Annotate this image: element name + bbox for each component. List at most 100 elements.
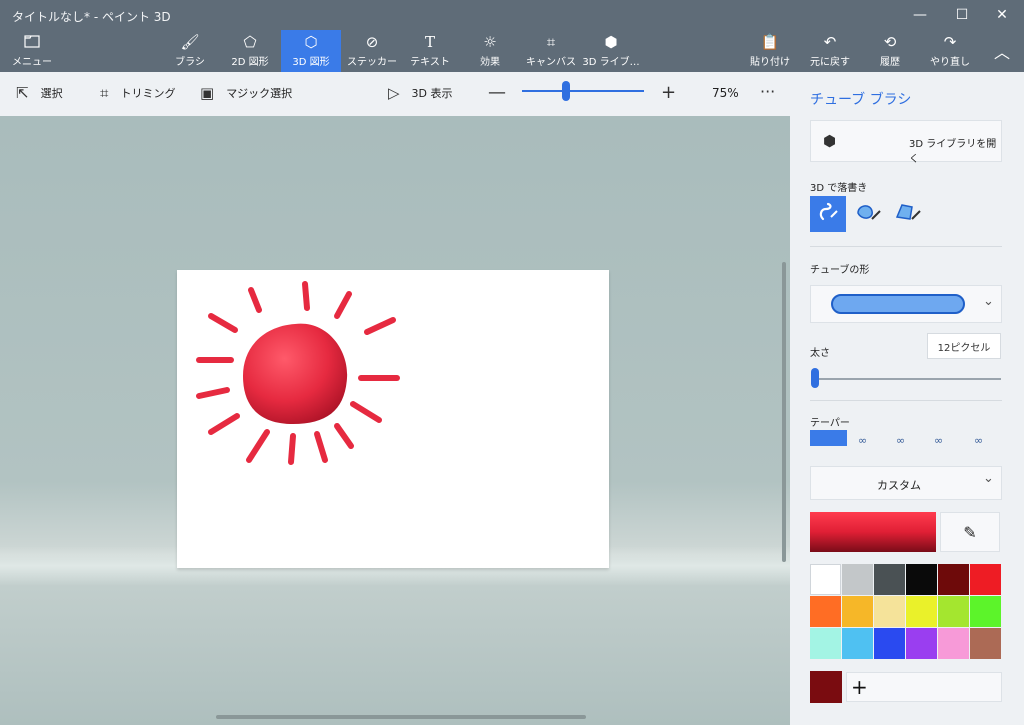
tab-brushes-label: ブラシ <box>175 57 205 68</box>
taper-option-5[interactable]: ∞ <box>974 434 983 447</box>
chevron-down-icon: ⌄ <box>983 294 994 309</box>
undo-icon: ↶ <box>823 33 837 51</box>
tab-text[interactable]: T テキスト <box>410 30 450 72</box>
thickness-label: 太さ <box>810 348 830 359</box>
ribbon: タイトルなし* - ペイント 3D — ☐ ✕ メニュー 🖌 ブラシ ⬠ 2D … <box>0 0 1024 72</box>
tube-brush-icon <box>817 201 839 228</box>
2d-shapes-icon: ⬠ <box>243 33 257 51</box>
sharp-edge-doodle-button[interactable] <box>890 196 926 232</box>
sun-drawing <box>196 281 400 465</box>
minimize-button[interactable]: — <box>900 0 940 30</box>
color-mode-label: カスタム <box>877 479 921 492</box>
tab-effects-label: 効果 <box>480 57 500 68</box>
redo-icon: ↷ <box>943 33 957 51</box>
3d-shapes-icon: ⬡ <box>304 33 318 51</box>
thickness-slider-thumb[interactable] <box>811 368 819 388</box>
horizontal-scrollbar[interactable] <box>216 715 586 719</box>
palette-swatch[interactable] <box>970 564 1001 595</box>
zoom-in-button[interactable]: + <box>661 82 676 103</box>
collapse-ribbon-button[interactable]: ︿ <box>990 30 1014 72</box>
palette-swatch[interactable] <box>970 628 1001 659</box>
zoom-out-button[interactable]: — <box>488 82 506 103</box>
vertical-scrollbar[interactable] <box>782 262 786 562</box>
3d-view-button[interactable]: ▷ 3D 表示 <box>388 84 453 102</box>
tab-stickers[interactable]: ⊘ ステッカー <box>347 30 397 72</box>
open-3d-library-button[interactable]: ⬢ 3D ライブラリを開く <box>810 120 1002 165</box>
palette-swatch[interactable] <box>938 628 969 659</box>
zoom-value: 75% <box>712 86 739 100</box>
eyedropper-button[interactable]: ✎ <box>940 512 1000 552</box>
undo-label: 元に戻す <box>810 57 850 68</box>
color-mode-dropdown[interactable]: カスタム ⌄ <box>810 466 1002 500</box>
palette-swatch[interactable] <box>810 628 841 659</box>
taper-option-2[interactable]: ∞ <box>858 434 867 447</box>
tab-brushes[interactable]: 🖌 ブラシ <box>170 30 210 72</box>
palette-swatch[interactable] <box>842 564 873 595</box>
zoom-slider-thumb[interactable] <box>562 81 570 101</box>
3d-library-icon: ⬢ <box>604 33 618 51</box>
thickness-slider[interactable] <box>813 378 1001 380</box>
crop-label: トリミング <box>120 87 176 100</box>
maximize-button[interactable]: ☐ <box>942 0 982 30</box>
tab-3d-library[interactable]: ⬢ 3D ライブ… <box>582 30 639 72</box>
menu-label: メニュー <box>12 57 52 68</box>
thickness-input[interactable]: 12ピクセル <box>927 333 1001 359</box>
select-label: 選択 <box>40 87 63 100</box>
more-options-button[interactable]: ··· <box>760 82 775 101</box>
taper-option-4[interactable]: ∞ <box>934 434 943 447</box>
sharp-edge-icon <box>894 201 922 228</box>
magic-select-button[interactable]: ▣ マジック選択 <box>200 84 292 102</box>
taper-option-1[interactable] <box>810 430 847 446</box>
tab-stickers-label: ステッカー <box>347 57 397 68</box>
palette-swatch[interactable] <box>874 564 905 595</box>
add-color-button[interactable]: + <box>846 672 1002 702</box>
paste-label: 貼り付け <box>750 57 790 68</box>
folder-icon <box>24 34 40 52</box>
undo-button[interactable]: ↶ 元に戻す <box>808 30 852 72</box>
select-button[interactable]: ⇱ 選択 <box>16 84 63 102</box>
history-button[interactable]: ⟲ 履歴 <box>870 30 910 72</box>
redo-button[interactable]: ↷ やり直し <box>928 30 972 72</box>
crop-button[interactable]: ⌗ トリミング <box>100 84 175 102</box>
magic-select-icon: ▣ <box>200 84 215 102</box>
doodle-label: 3D で落書き <box>810 183 868 194</box>
close-button[interactable]: ✕ <box>982 0 1022 30</box>
soft-edge-doodle-button[interactable] <box>850 196 886 232</box>
zoom-slider[interactable] <box>522 90 644 92</box>
eyedropper-icon: ✎ <box>963 522 977 542</box>
divider <box>810 400 1002 401</box>
tab-effects[interactable]: ☼ 効果 <box>472 30 508 72</box>
redo-label: やり直し <box>930 57 970 68</box>
palette-swatch[interactable] <box>906 628 937 659</box>
tube-shape-preview <box>831 294 965 314</box>
tab-text-label: テキスト <box>410 57 450 68</box>
history-label: 履歴 <box>880 57 900 68</box>
palette-swatch[interactable] <box>906 564 937 595</box>
palette-swatch[interactable] <box>938 596 969 627</box>
custom-color-swatch[interactable] <box>810 671 842 703</box>
history-icon: ⟲ <box>883 33 897 51</box>
palette-swatch[interactable] <box>938 564 969 595</box>
sticker-icon: ⊘ <box>365 33 379 51</box>
soft-edge-icon <box>854 201 882 228</box>
palette-swatch[interactable] <box>810 596 841 627</box>
palette-swatch[interactable] <box>906 596 937 627</box>
palette-swatch[interactable] <box>874 596 905 627</box>
palette-swatch[interactable] <box>842 628 873 659</box>
palette-swatch[interactable] <box>842 596 873 627</box>
tube-doodle-button[interactable] <box>810 196 846 232</box>
window-title: タイトルなし* - ペイント 3D <box>12 10 171 24</box>
paste-button[interactable]: 📋 貼り付け <box>748 30 792 72</box>
tab-canvas[interactable]: ⌗ キャンバス <box>526 30 576 72</box>
taper-option-3[interactable]: ∞ <box>896 434 905 447</box>
tab-2d-shapes[interactable]: ⬠ 2D 図形 <box>228 30 272 72</box>
palette-swatch[interactable] <box>874 628 905 659</box>
palette-swatch[interactable] <box>810 564 841 595</box>
drawing-canvas[interactable] <box>177 270 609 568</box>
tube-brush-panel: チューブ ブラシ ⬢ 3D ライブラリを開く 3D で落書き チューブの形 ⌄ … <box>790 72 1024 725</box>
menu-button[interactable]: メニュー <box>12 30 52 72</box>
tube-shape-label: チューブの形 <box>810 265 870 276</box>
open-3d-library-label: 3D ライブラリを開く <box>909 139 997 165</box>
palette-swatch[interactable] <box>970 596 1001 627</box>
tab-3d-shapes[interactable]: ⬡ 3D 図形 <box>281 30 341 72</box>
